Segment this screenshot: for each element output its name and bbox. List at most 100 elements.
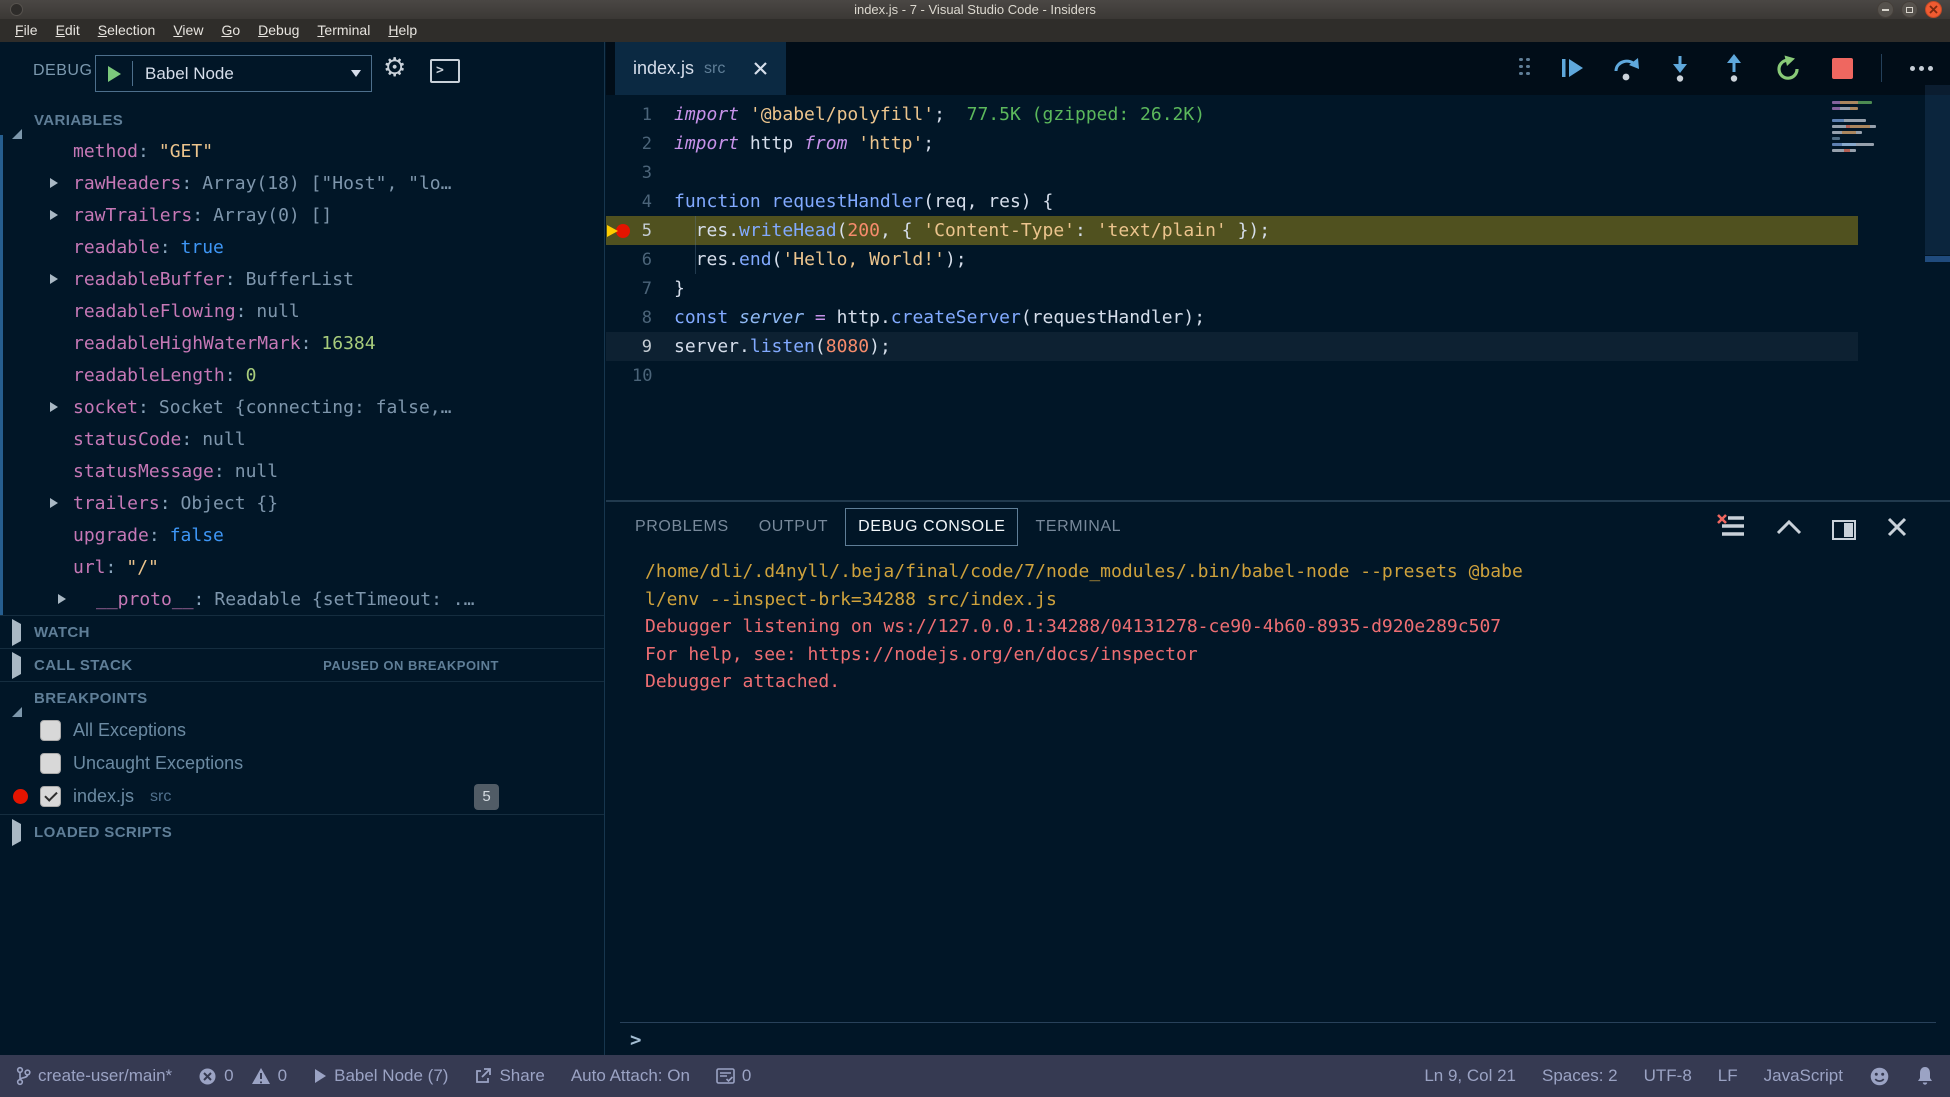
glyph-margin[interactable] bbox=[606, 303, 632, 332]
breakpoint-row-all-exceptions[interactable]: All Exceptions bbox=[0, 714, 604, 747]
menu-debug[interactable]: Debug bbox=[249, 19, 308, 42]
menu-selection[interactable]: Selection bbox=[89, 19, 165, 42]
code-line-5[interactable]: 5 res.writeHead(200, { 'Content-Type': '… bbox=[606, 216, 1950, 245]
variable-row-rawTrailers[interactable]: rawTrailers:Array(0) [] bbox=[0, 199, 604, 231]
variable-row-readable[interactable]: readable:true bbox=[0, 231, 604, 263]
menu-view[interactable]: View bbox=[164, 19, 212, 42]
breakpoint-row-uncaught-exceptions[interactable]: Uncaught Exceptions bbox=[0, 747, 604, 780]
stop-button[interactable] bbox=[1827, 53, 1857, 83]
debug-console-output[interactable]: /home/dli/.d4nyll/.beja/final/code/7/nod… bbox=[645, 558, 1930, 1011]
panel-tab-problems[interactable]: PROBLEMS bbox=[635, 518, 729, 536]
variable-row-statusCode[interactable]: statusCode:null bbox=[0, 423, 604, 455]
expand-icon[interactable] bbox=[50, 274, 58, 284]
glyph-margin[interactable] bbox=[606, 332, 632, 361]
step-over-button[interactable] bbox=[1611, 53, 1641, 83]
breakpoint-paused-icon[interactable] bbox=[606, 216, 632, 245]
variable-row-rawHeaders[interactable]: rawHeaders:Array(18) ["Host", "lo… bbox=[0, 167, 604, 199]
variable-row-readableFlowing[interactable]: readableFlowing:null bbox=[0, 295, 604, 327]
loaded-scripts-section-header[interactable]: LOADED SCRIPTS bbox=[0, 814, 604, 849]
close-panel-icon[interactable] bbox=[1886, 516, 1908, 543]
glyph-margin[interactable] bbox=[606, 245, 632, 274]
variable-row-method[interactable]: method:"GET" bbox=[0, 135, 604, 167]
scrollbar[interactable] bbox=[0, 135, 3, 615]
start-debug-icon[interactable] bbox=[96, 66, 132, 82]
launch-config-select[interactable]: Babel Node bbox=[95, 55, 372, 92]
close-tab-icon[interactable] bbox=[753, 61, 768, 76]
expand-icon[interactable] bbox=[12, 657, 22, 674]
code-line-10[interactable]: 10 bbox=[606, 361, 1950, 390]
language-status[interactable]: JavaScript bbox=[1764, 1066, 1843, 1086]
variable-row-upgrade[interactable]: upgrade:false bbox=[0, 519, 604, 551]
callstack-section-header[interactable]: CALL STACK PAUSED ON BREAKPOINT bbox=[0, 648, 604, 682]
variables-section-header[interactable]: VARIABLES bbox=[0, 105, 604, 135]
restart-button[interactable] bbox=[1773, 53, 1803, 83]
minimize-button[interactable] bbox=[1877, 1, 1894, 18]
expand-icon[interactable] bbox=[50, 402, 58, 412]
menu-terminal[interactable]: Terminal bbox=[308, 19, 379, 42]
gear-icon[interactable]: ⚙ bbox=[383, 54, 406, 80]
code-line-6[interactable]: 6 res.end('Hello, World!'); bbox=[606, 245, 1950, 274]
code-line-9[interactable]: 9server.listen(8080); bbox=[606, 332, 1950, 361]
variable-row-trailers[interactable]: trailers:Object {} bbox=[0, 487, 604, 519]
glyph-margin[interactable] bbox=[606, 187, 632, 216]
code-line-4[interactable]: 4function requestHandler(req, res) { bbox=[606, 187, 1950, 216]
scrollbar[interactable] bbox=[1925, 85, 1950, 255]
menu-edit[interactable]: Edit bbox=[47, 19, 89, 42]
variable-row-socket[interactable]: socket:Socket {connecting: false,… bbox=[0, 391, 604, 423]
panel-tab-output[interactable]: OUTPUT bbox=[759, 518, 828, 536]
variable-row-statusMessage[interactable]: statusMessage:null bbox=[0, 455, 604, 487]
expand-icon[interactable] bbox=[12, 624, 22, 641]
glyph-margin[interactable] bbox=[606, 100, 632, 129]
code-line-3[interactable]: 3 bbox=[606, 158, 1950, 187]
watch-section-header[interactable]: WATCH bbox=[0, 615, 604, 649]
collapse-icon[interactable] bbox=[12, 690, 22, 707]
close-button[interactable] bbox=[1925, 1, 1942, 18]
git-branch-status[interactable]: create-user/main* bbox=[16, 1066, 172, 1086]
menu-help[interactable]: Help bbox=[379, 19, 426, 42]
glyph-margin[interactable] bbox=[606, 274, 632, 303]
panel-tab-terminal[interactable]: TERMINAL bbox=[1035, 518, 1121, 536]
glyph-margin[interactable] bbox=[606, 129, 632, 158]
step-out-button[interactable] bbox=[1719, 53, 1749, 83]
debug-console-input[interactable]: > bbox=[620, 1022, 1936, 1057]
continue-button[interactable] bbox=[1557, 53, 1587, 83]
drag-handle[interactable] bbox=[1519, 58, 1533, 79]
auto-attach-status[interactable]: Auto Attach: On bbox=[571, 1066, 690, 1086]
breakpoint-row-indexjs[interactable]: index.js src 5 bbox=[0, 780, 604, 813]
menu-go[interactable]: Go bbox=[212, 19, 249, 42]
checkbox-unchecked[interactable] bbox=[40, 720, 61, 741]
expand-icon[interactable] bbox=[50, 498, 58, 508]
clear-console-icon[interactable] bbox=[1716, 514, 1746, 545]
encoding-status[interactable]: UTF-8 bbox=[1644, 1066, 1692, 1086]
split-panel-icon[interactable] bbox=[1832, 520, 1856, 540]
code-line-8[interactable]: 8const server = http.createServer(reques… bbox=[606, 303, 1950, 332]
debug-status[interactable]: Babel Node (7) bbox=[313, 1066, 448, 1086]
tab-indexjs[interactable]: index.js src bbox=[615, 42, 786, 95]
variable-row-proto[interactable]: __proto__:Readable {setTimeout: .… bbox=[0, 583, 604, 615]
minimap[interactable] bbox=[1830, 99, 1884, 179]
maximize-button[interactable] bbox=[1901, 1, 1918, 18]
expand-icon[interactable] bbox=[50, 178, 58, 188]
panel-tab-debug-console[interactable]: DEBUG CONSOLE bbox=[845, 508, 1018, 546]
share-button[interactable]: Share bbox=[474, 1066, 544, 1086]
code-editor[interactable]: 1import '@babel/polyfill'; 77.5K (gzippe… bbox=[606, 95, 1950, 500]
collapse-icon[interactable] bbox=[12, 112, 22, 129]
feedback-smiley-icon[interactable] bbox=[1869, 1066, 1890, 1087]
glyph-margin[interactable] bbox=[606, 361, 632, 390]
checkbox-unchecked[interactable] bbox=[40, 753, 61, 774]
code-line-7[interactable]: 7} bbox=[606, 274, 1950, 303]
eol-status[interactable]: LF bbox=[1718, 1066, 1738, 1086]
step-into-button[interactable] bbox=[1665, 53, 1695, 83]
glyph-margin[interactable] bbox=[606, 158, 632, 187]
variable-row-readableHighWaterMark[interactable]: readableHighWaterMark:16384 bbox=[0, 327, 604, 359]
notifications-bell-icon[interactable] bbox=[1916, 1066, 1934, 1087]
indentation-status[interactable]: Spaces: 2 bbox=[1542, 1066, 1618, 1086]
code-line-2[interactable]: 2import http from 'http'; bbox=[606, 129, 1950, 158]
checkbox-checked[interactable] bbox=[40, 786, 61, 807]
feedback-status[interactable]: 0 bbox=[716, 1066, 751, 1086]
menu-file[interactable]: File bbox=[6, 19, 47, 42]
problems-status[interactable]: 0 0 bbox=[198, 1066, 287, 1086]
open-debug-console-icon[interactable] bbox=[430, 59, 460, 83]
code-line-1[interactable]: 1import '@babel/polyfill'; 77.5K (gzippe… bbox=[606, 100, 1950, 129]
expand-icon[interactable] bbox=[58, 594, 66, 604]
